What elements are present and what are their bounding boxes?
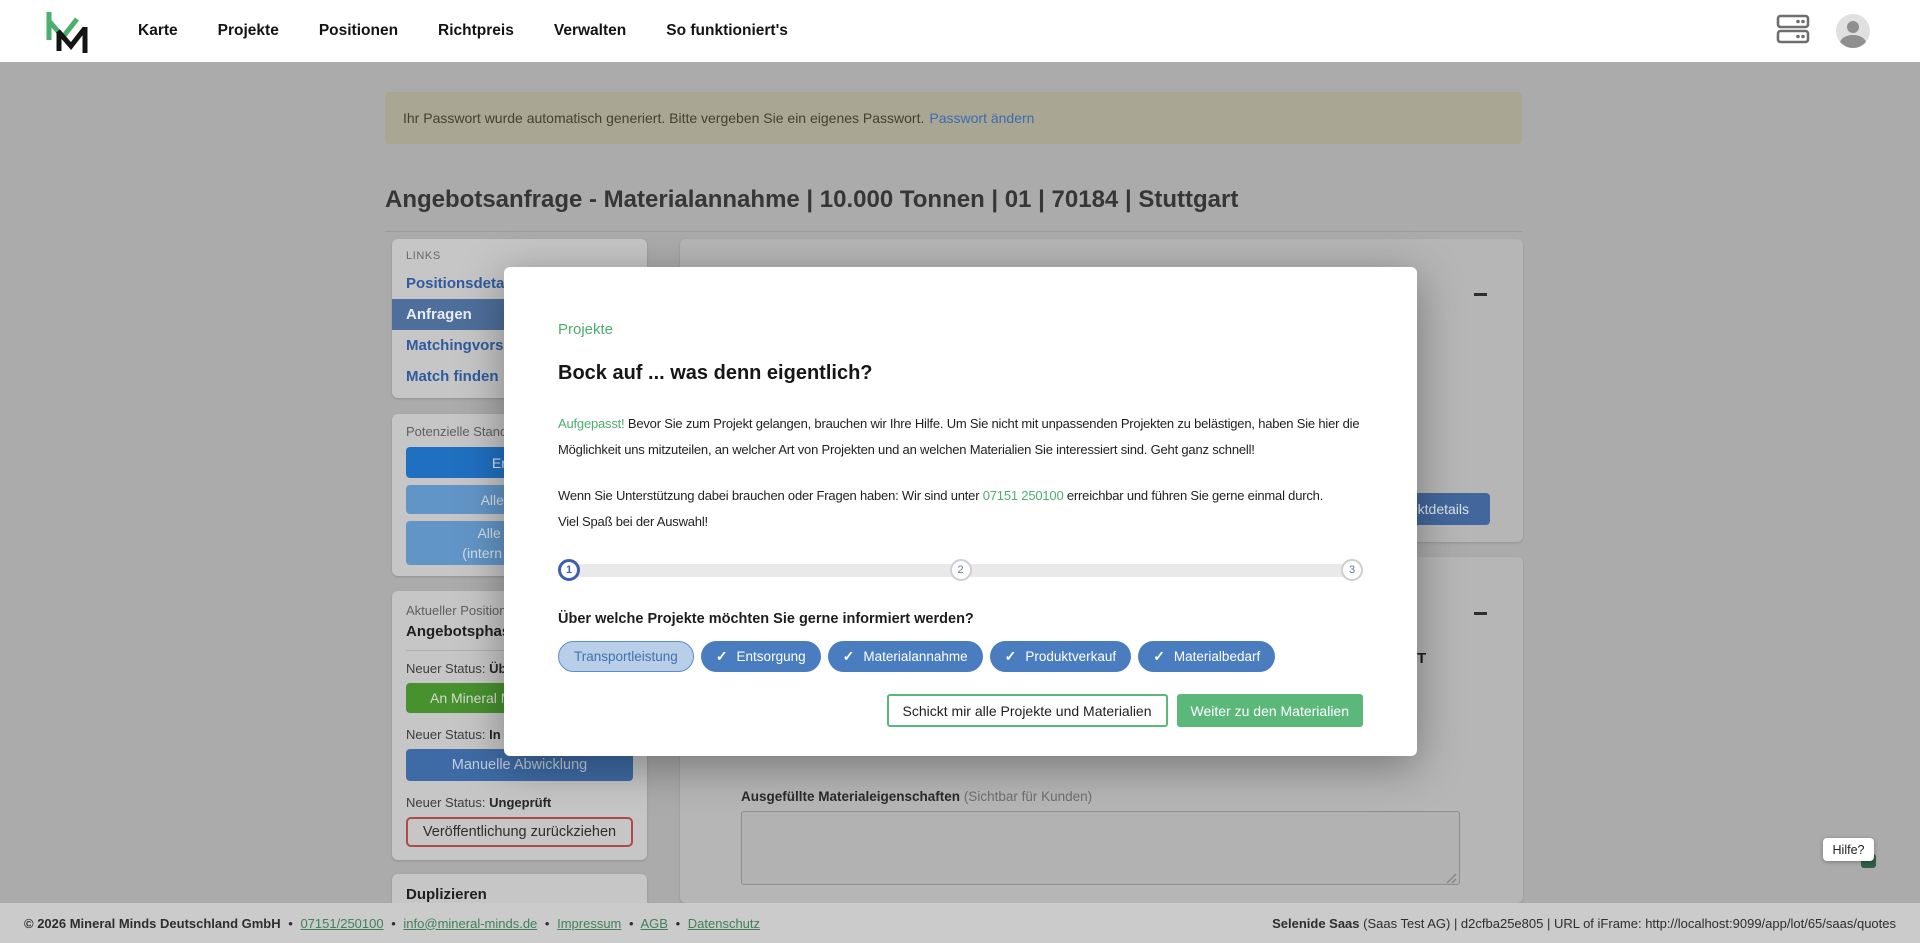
nav-item-positionen[interactable]: Positionen: [319, 22, 398, 40]
footer-email-link[interactable]: info@mineral-minds.de: [403, 916, 537, 931]
modal-kicker: Projekte: [558, 321, 1363, 338]
footer-datenschutz-link[interactable]: Datenschutz: [688, 916, 760, 931]
links-card-label: LINKS: [392, 250, 647, 262]
page-title: Angebotsanfrage - Materialannahme | 10.0…: [385, 186, 1522, 232]
banner-text: Ihr Passwort wurde automatisch generiert…: [403, 110, 924, 126]
footer-environment-info: Selenide Saas (Saas Test AG) | d2cfba25e…: [1272, 916, 1896, 931]
step-3-indicator: 3: [1341, 559, 1363, 581]
footer-impressum-link[interactable]: Impressum: [557, 916, 621, 931]
change-password-link[interactable]: Passwort ändern: [929, 110, 1034, 126]
projekte-onboarding-modal: Projekte Bock auf ... was denn eigentlic…: [504, 267, 1417, 756]
footer-phone-link[interactable]: 07151/250100: [300, 916, 383, 931]
chip-entsorgung[interactable]: ✓Entsorgung: [701, 641, 821, 672]
app-screen: Karte Projekte Positionen Richtpreis Ver…: [0, 0, 1920, 943]
wizard-stepper: 1 2 3: [558, 559, 1363, 581]
collapse-minus-icon[interactable]: [1474, 607, 1487, 620]
project-type-chips: Transportleistung ✓Entsorgung ✓Materiala…: [558, 641, 1363, 672]
step-2-indicator: 2: [950, 559, 972, 581]
nav-item-richtpreis[interactable]: Richtpreis: [438, 22, 514, 40]
modal-intro-paragraph: Aufgepasst! Bevor Sie zum Projekt gelang…: [558, 411, 1363, 463]
check-icon: ✓: [1153, 648, 1165, 665]
mineral-minds-logo-icon[interactable]: [44, 8, 90, 54]
footer: © 2026 Mineral Minds Deutschland GmbH • …: [0, 903, 1920, 943]
main-nav: Karte Projekte Positionen Richtpreis Ver…: [138, 0, 788, 62]
check-icon: ✓: [843, 648, 855, 665]
avatar-person-icon: [1847, 21, 1859, 33]
nav-item-so-funktionierts[interactable]: So funktioniert's: [666, 22, 788, 40]
top-navbar: Karte Projekte Positionen Richtpreis Ver…: [0, 0, 1920, 62]
footer-left: © 2026 Mineral Minds Deutschland GmbH • …: [24, 916, 760, 931]
modal-heading: Bock auf ... was denn eigentlich?: [558, 362, 1363, 385]
modal-question: Über welche Projekte möchten Sie gerne i…: [558, 611, 1363, 627]
step-1-indicator: 1: [558, 559, 580, 581]
collapse-minus-icon[interactable]: [1474, 288, 1487, 301]
chip-produktverkauf[interactable]: ✓Produktverkauf: [990, 641, 1132, 672]
footer-copyright: © 2026 Mineral Minds Deutschland GmbH: [24, 916, 281, 931]
modal-actions: Schickt mir alle Projekte und Materialie…: [558, 694, 1363, 727]
user-avatar[interactable]: [1836, 14, 1870, 48]
check-icon: ✓: [716, 648, 728, 665]
chip-materialbedarf[interactable]: ✓Materialbedarf: [1138, 641, 1275, 672]
nav-item-karte[interactable]: Karte: [138, 22, 178, 40]
duplizieren-header[interactable]: Duplizieren: [406, 886, 633, 903]
status-row: Neuer Status: Ungeprüft: [406, 795, 633, 810]
chip-transportleistung[interactable]: Transportleistung: [558, 641, 694, 672]
alle-projekte-button[interactable]: Schickt mir alle Projekte und Materialie…: [887, 694, 1168, 727]
help-tooltip[interactable]: Hilfe?: [1823, 838, 1874, 861]
check-icon: ✓: [1005, 648, 1017, 665]
nav-item-projekte[interactable]: Projekte: [218, 22, 279, 40]
material-properties-textarea[interactable]: [741, 811, 1460, 885]
hidden-heading-fragment: T: [1417, 650, 1426, 667]
step-progress-bar: [969, 564, 1345, 577]
nav-item-verwalten[interactable]: Verwalten: [554, 22, 626, 40]
step-progress-bar: [577, 564, 953, 577]
modal-support-paragraph: Wenn Sie Unterstützung dabei brauchen od…: [558, 483, 1363, 535]
chip-materialannahme[interactable]: ✓Materialannahme: [828, 641, 983, 672]
weiter-materialien-button[interactable]: Weiter zu den Materialien: [1177, 694, 1363, 727]
footer-agb-link[interactable]: AGB: [640, 916, 667, 931]
phone-link[interactable]: 07151 250100: [983, 488, 1064, 503]
header-icons: [1776, 0, 1870, 62]
server-list-icon[interactable]: [1776, 14, 1810, 49]
material-properties-label: Ausgefüllte Materialeigenschaften (Sicht…: [741, 789, 1092, 804]
veroeffentlichung-zurueckziehen-button[interactable]: Veröffentlichung zurückziehen: [406, 817, 633, 847]
password-warning-banner: Ihr Passwort wurde automatisch generiert…: [385, 92, 1522, 144]
